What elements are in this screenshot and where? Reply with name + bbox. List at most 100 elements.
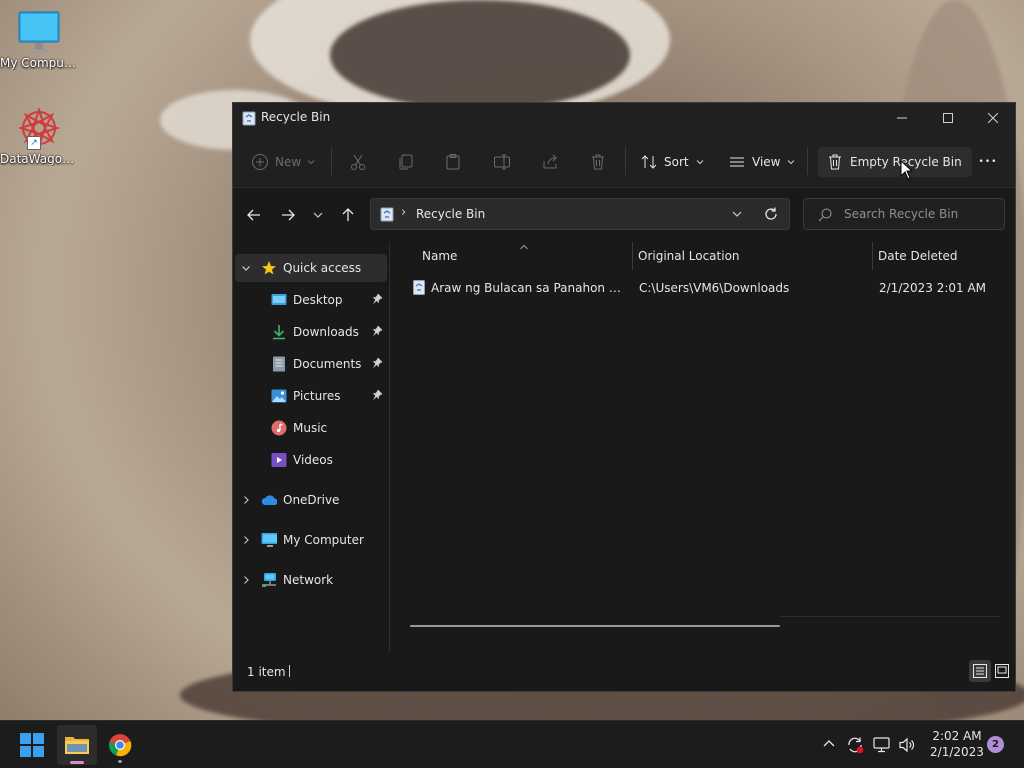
paste-button[interactable] [444,147,462,177]
download-arrow-icon [271,324,287,340]
horizontal-scrollbar[interactable] [410,625,780,627]
close-button[interactable] [970,103,1016,133]
nav-item-quick-access[interactable]: Quick access [235,254,387,282]
notification-center-button[interactable]: 2 [987,736,1004,753]
breadcrumb-item[interactable]: Recycle Bin [416,207,485,221]
title-bar[interactable]: Recycle Bin [233,103,1015,133]
taskbar-file-explorer[interactable] [57,725,97,765]
nav-label: Pictures [293,389,341,403]
start-button[interactable] [20,733,44,757]
nav-label: Downloads [293,325,359,339]
recycle-bin-icon [242,110,256,129]
pin-icon [372,293,383,307]
copy-button[interactable] [397,147,415,177]
nav-item-my-computer[interactable]: My Computer [235,526,387,554]
new-button[interactable]: New [251,147,316,177]
share-button[interactable] [541,147,559,177]
nav-label: My Computer [283,533,364,547]
column-header-original-location[interactable]: Original Location [638,242,740,270]
refresh-button[interactable] [764,207,778,224]
sort-button[interactable]: Sort [640,147,705,177]
close-icon [988,113,998,123]
arrow-up-icon [342,208,354,221]
search-icon [818,208,832,225]
document-icon [271,356,287,372]
chevron-right-icon[interactable] [239,575,253,585]
pictures-icon [271,388,287,404]
nav-item-documents[interactable]: Documents [235,350,387,378]
column-resize-handle[interactable] [872,242,873,270]
desktop-icon-label: My Computer [0,56,78,70]
trash-icon [829,154,841,170]
nav-item-desktop[interactable]: Desktop [235,286,387,314]
scissors-icon [351,154,365,170]
nav-label: Documents [293,357,362,371]
active-indicator [70,761,84,764]
nav-label: Videos [293,453,333,467]
network-icon [261,572,277,588]
nav-item-onedrive[interactable]: OneDrive [235,486,387,514]
address-dropdown-button[interactable] [731,208,743,223]
cloud-icon [261,492,277,508]
empty-recycle-bin-button[interactable]: Empty Recycle Bin [818,147,972,177]
volume-button[interactable] [898,736,916,757]
view-button[interactable]: View [728,147,796,177]
maximize-button[interactable] [925,103,971,133]
show-hidden-icons-button[interactable] [822,737,836,754]
tiles-view-icon [995,664,1009,678]
datawagon-app-icon: ↗ [15,104,63,152]
see-more-button[interactable]: ••• [973,147,1003,177]
tiles-view-button[interactable] [991,660,1013,682]
mouse-cursor [900,159,914,183]
desktop-icon-my-computer[interactable]: My Computer [0,10,78,70]
chevron-down-icon[interactable] [239,263,253,273]
chevron-right-icon[interactable] [239,495,253,505]
explorer-window: Recycle Bin New Sort View Empty Recycle … [232,102,1016,692]
notification-badge: 2 [992,739,999,750]
folder-icon [65,737,89,754]
sort-label: Sort [664,155,689,169]
details-view-icon [973,664,987,678]
chevron-right-icon[interactable] [239,535,253,545]
column-header-date-deleted[interactable]: Date Deleted [878,242,958,270]
column-header-name[interactable]: Name [422,242,457,270]
minimize-button[interactable] [879,103,925,133]
cut-button[interactable] [349,147,367,177]
nav-item-pictures[interactable]: Pictures [235,382,387,410]
address-bar[interactable]: › Recycle Bin [370,198,790,230]
column-resize-handle[interactable] [632,242,633,270]
taskbar-chrome[interactable] [104,729,136,763]
sync-status-button[interactable] [846,736,864,757]
shortcut-arrow-icon: ↗ [27,136,41,150]
desktop-icon-datawagon[interactable]: ↗ DataWagon... [0,104,78,166]
back-button[interactable] [243,204,265,226]
trash-icon [592,154,604,170]
star-icon [261,260,277,276]
recent-locations-button[interactable] [307,204,329,226]
nav-item-music[interactable]: Music [235,414,387,442]
wallpaper-shape [330,0,630,110]
nav-item-downloads[interactable]: Downloads [235,318,387,346]
forward-button[interactable] [277,204,299,226]
clock-button[interactable]: 2:02 AM 2/1/2023 [928,728,986,760]
taskbar: 2:02 AM 2/1/2023 2 [0,720,1024,768]
new-label: New [275,155,302,169]
search-box[interactable]: Search Recycle Bin [803,198,1005,230]
more-icon: ••• [978,157,998,167]
nav-item-network[interactable]: Network [235,566,387,594]
video-icon [271,452,287,468]
table-row[interactable]: Araw ng Bulacan sa Panahon ng P... C:\Us… [408,274,1007,302]
scrollbar-track [780,616,1000,617]
nav-item-videos[interactable]: Videos [235,446,387,474]
network-status-button[interactable] [873,736,891,757]
details-view-button[interactable] [969,660,991,682]
chevron-down-icon [313,212,323,218]
rename-button[interactable] [493,147,511,177]
status-bar: 1 item [233,653,1015,691]
chevron-up-icon [823,740,835,747]
clipboard-icon [446,154,460,170]
toolbar-separator [331,147,332,175]
delete-button[interactable] [589,147,607,177]
navigation-pane: Quick access Desktop Downloads Documents… [233,242,390,652]
up-button[interactable] [337,204,359,226]
